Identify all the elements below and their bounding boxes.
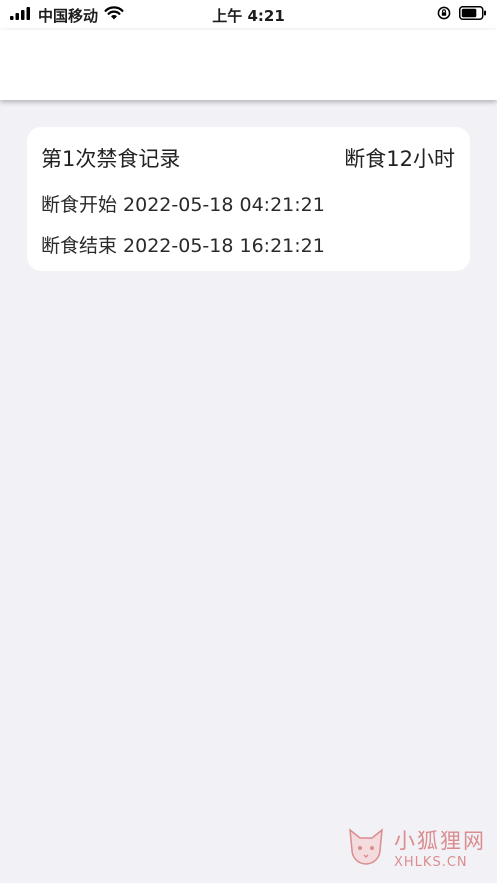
fox-logo-icon	[344, 824, 388, 872]
status-bar: 中国移动 上午 4:21	[0, 0, 497, 30]
record-title: 第1次禁食记录	[41, 147, 181, 171]
wifi-icon	[104, 6, 124, 24]
watermark-text: 小狐狸网 XHLKS.CN	[394, 825, 486, 870]
rotation-lock-icon	[437, 6, 451, 24]
status-left: 中国移动	[10, 5, 124, 26]
watermark-name: 小狐狸网	[394, 829, 486, 853]
record-duration: 断食12小时	[344, 147, 455, 171]
signal-icon	[10, 6, 32, 24]
fasting-record-card[interactable]: 第1次禁食记录 断食12小时 断食开始 2022-05-18 04:21:21 …	[27, 127, 470, 271]
watermark: 小狐狸网 XHLKS.CN	[344, 820, 489, 875]
carrier-name: 中国移动	[38, 6, 99, 25]
nav-bar	[0, 30, 497, 100]
battery-icon	[459, 6, 487, 24]
watermark-domain: XHLKS.CN	[394, 855, 468, 870]
status-right	[437, 6, 487, 24]
record-start-time: 断食开始 2022-05-18 04:21:21	[41, 194, 325, 216]
record-end-time: 断食结束 2022-05-18 16:21:21	[41, 235, 325, 257]
